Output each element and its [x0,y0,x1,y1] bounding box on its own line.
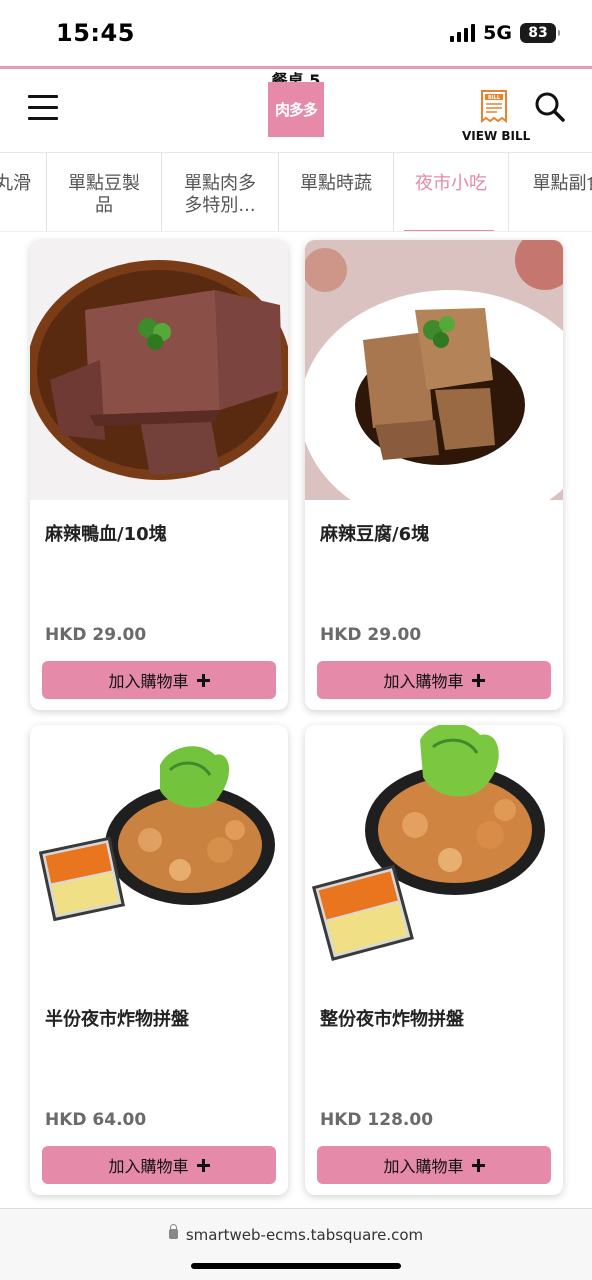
url-text: smartweb-ecms.tabsquare.com [185,1226,424,1244]
tab-category-2[interactable]: 單點豆製 品 [47,153,162,231]
product-image [30,725,288,985]
product-price: HKD 29.00 [320,625,422,645]
category-tabs: 丸滑 單點豆製 品 單點肉多 多特別... 單點時蔬 夜市小吃 單點副食 [0,152,592,232]
status-bar: 15:45 5G 83 [0,0,592,66]
tab-label: 單點副食 [532,173,592,194]
add-to-cart-label: 加入購物車 [108,1157,189,1176]
app-header: 餐桌 5 肉多多 BILL VIEW BILL [0,69,592,152]
add-to-cart-button[interactable]: 加入購物車 [317,661,551,699]
add-to-cart-button[interactable]: 加入購物車 [317,1146,551,1184]
signal-icon [450,24,476,42]
product-image [305,725,563,985]
view-bill-button[interactable]: BILL VIEW BILL [462,89,531,143]
add-to-cart-label: 加入購物車 [108,672,189,691]
product-price: HKD 128.00 [320,1110,434,1130]
product-name: 整份夜市炸物拼盤 [320,1009,464,1030]
product-price: HKD 29.00 [45,625,147,645]
browser-url-bar[interactable]: smartweb-ecms.tabsquare.com [0,1208,592,1280]
add-to-cart-button[interactable]: 加入購物車 [42,1146,276,1184]
lock-icon [168,1223,178,1239]
product-name: 半份夜市炸物拼盤 [45,1009,189,1030]
product-price: HKD 64.00 [45,1110,147,1130]
product-image [305,240,563,500]
product-card[interactable]: 半份夜市炸物拼盤 HKD 64.00 加入購物車 [30,725,288,1195]
tab-label: 單點豆製 品 [68,173,140,216]
svg-text:BILL: BILL [488,95,501,101]
network-label: 5G [483,22,512,44]
add-to-cart-button[interactable]: 加入購物車 [42,661,276,699]
plus-icon [196,1158,210,1172]
restaurant-logo[interactable]: 肉多多 [268,82,324,137]
tab-category-1[interactable]: 丸滑 [0,153,47,231]
product-image [30,240,288,500]
product-name: 麻辣鴨血/10塊 [45,524,167,545]
product-card[interactable]: 麻辣鴨血/10塊 HKD 29.00 加入購物車 [30,240,288,710]
tab-label: 單點時蔬 [300,173,372,194]
tab-label: 丸滑 [0,173,31,194]
product-card[interactable]: 麻辣豆腐/6塊 HKD 29.00 加入購物車 [305,240,563,710]
tab-category-3[interactable]: 單點肉多 多特別... [162,153,279,231]
logo-text: 肉多多 [274,101,318,119]
menu-icon[interactable] [28,93,58,123]
url-text-row: smartweb-ecms.tabsquare.com [0,1223,592,1244]
product-name: 麻辣豆腐/6塊 [320,524,430,545]
tab-category-6[interactable]: 單點副食 [509,153,592,231]
add-to-cart-label: 加入購物車 [383,672,464,691]
plus-icon [196,673,210,687]
tab-category-5-active[interactable]: 夜市小吃 [394,153,509,231]
status-indicators: 5G 83 [450,22,560,44]
search-icon[interactable] [534,91,566,123]
product-card[interactable]: 整份夜市炸物拼盤 HKD 128.00 加入購物車 [305,725,563,1195]
bill-icon: BILL [481,90,507,123]
product-grid: 麻辣鴨血/10塊 HKD 29.00 加入購物車 麻辣豆腐/6塊 HKD 29.… [0,232,592,1208]
tab-label: 夜市小吃 [415,173,487,194]
plus-icon [471,673,485,687]
status-time: 15:45 [56,19,135,47]
tab-label: 單點肉多 多特別... [184,173,256,216]
home-indicator[interactable] [191,1263,401,1269]
plus-icon [471,1158,485,1172]
battery-icon: 83 [520,23,560,43]
view-bill-label: VIEW BILL [462,129,531,143]
tab-category-4[interactable]: 單點時蔬 [279,153,394,231]
add-to-cart-label: 加入購物車 [383,1157,464,1176]
